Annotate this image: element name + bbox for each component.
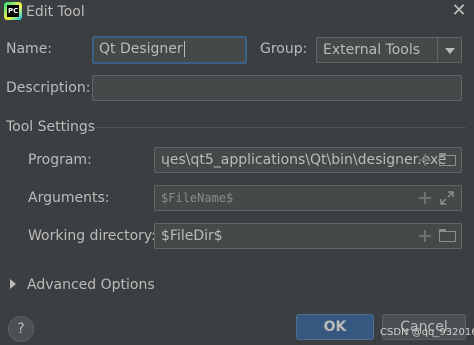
close-icon[interactable]: ✕ bbox=[446, 0, 472, 22]
arguments-label: Arguments: bbox=[28, 190, 110, 206]
help-icon[interactable]: ? bbox=[8, 316, 34, 342]
name-label: Name: bbox=[6, 41, 53, 57]
app-icon-text: PC bbox=[7, 5, 19, 17]
working-directory-label: Working directory: bbox=[28, 228, 156, 244]
program-label: Program: bbox=[28, 152, 92, 168]
description-label: Description: bbox=[6, 80, 91, 96]
tool-settings-title: Tool Settings bbox=[6, 119, 96, 135]
group-select-value: External Tools bbox=[323, 42, 421, 58]
group-dropdown-button[interactable] bbox=[437, 38, 461, 62]
watermark: CSDN @qq_932016561 bbox=[380, 327, 474, 338]
section-separator bbox=[96, 127, 466, 128]
working-directory-value: $FileDir$ bbox=[161, 228, 223, 244]
folder-icon[interactable] bbox=[439, 229, 457, 243]
window-title: Edit Tool bbox=[26, 4, 85, 20]
dropdown-arrow-icon bbox=[445, 48, 455, 54]
text-cursor bbox=[183, 41, 185, 57]
folder-icon[interactable] bbox=[439, 153, 457, 167]
app-icon: PC bbox=[4, 2, 22, 20]
plus-icon[interactable] bbox=[418, 229, 432, 243]
ok-button[interactable]: OK bbox=[296, 314, 374, 340]
name-value: Qt Designer bbox=[99, 41, 183, 57]
plus-icon[interactable] bbox=[418, 153, 432, 167]
group-label: Group: bbox=[260, 41, 308, 57]
working-directory-input[interactable]: $FileDir$ bbox=[154, 223, 462, 249]
advanced-options-toggle[interactable]: Advanced Options bbox=[27, 276, 155, 294]
program-input[interactable]: ɥes\qt5_applications\Qt\bin\designer.exe bbox=[154, 147, 462, 173]
description-input[interactable] bbox=[92, 75, 462, 101]
arguments-value: $FileName$ bbox=[161, 191, 234, 205]
plus-icon[interactable] bbox=[418, 191, 432, 205]
group-select[interactable]: External Tools bbox=[316, 37, 462, 63]
chevron-right-icon[interactable] bbox=[10, 279, 16, 289]
arguments-input[interactable]: $FileName$ bbox=[154, 185, 462, 211]
expand-icon[interactable] bbox=[440, 191, 454, 205]
program-value: ɥes\qt5_applications\Qt\bin\designer.exe bbox=[161, 152, 447, 168]
name-input[interactable]: Qt Designer bbox=[92, 36, 247, 64]
